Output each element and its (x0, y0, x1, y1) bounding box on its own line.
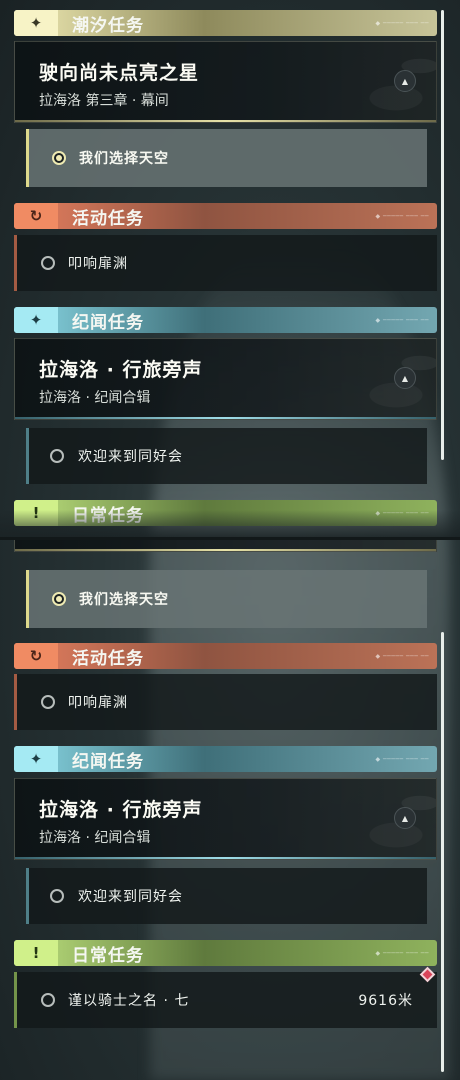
task-label: 叩响扉渊 (68, 256, 128, 272)
task-item[interactable]: 叩响扉渊 (14, 674, 437, 730)
task-label: 欢迎来到同好会 (78, 449, 183, 465)
radio-icon (41, 695, 55, 709)
header-decoration: ◆ ───── ─── ── (375, 755, 429, 763)
section-header-event[interactable]: ↻ 活动任务 ◆ ───── ─── ── (14, 643, 437, 669)
quest-card-tide[interactable]: 驶向尚未点亮之星 拉海洛 第三章 · 幕间 ▲ (14, 41, 437, 123)
task-accent-bar (26, 570, 29, 628)
quest-card-lore[interactable]: 拉海洛 · 行旅旁声 拉海洛 · 纪闻合辑 ▲ (14, 338, 437, 420)
scroll-fade (0, 510, 460, 537)
section-title: 日常任务 (72, 945, 144, 966)
quest-list-panel-top[interactable]: ✦ 潮汐任务 ◆ ───── ─── ── 驶向尚未点亮之星 拉海洛 第三章 ·… (0, 0, 460, 537)
header-decoration: ◆ ───── ─── ── (375, 949, 429, 957)
header-decoration: ◆ ───── ─── ── (375, 652, 429, 660)
sparkle-icon: ✦ (14, 10, 58, 36)
quest-chapter: 拉海洛 · 纪闻合辑 (39, 830, 151, 846)
section-title: 潮汐任务 (72, 15, 144, 36)
refresh-icon: ↻ (14, 643, 58, 669)
header-decoration: ◆ ───── ─── ── (375, 316, 429, 324)
section-header-tide[interactable]: ✦ 潮汐任务 ◆ ───── ─── ── (14, 10, 437, 36)
quest-list-panel-bottom[interactable]: 我们选择天空 ↻ 活动任务 ◆ ───── ─── ── 叩响扉渊 ✦ 纪闻任务… (0, 540, 460, 1080)
task-label: 欢迎来到同好会 (78, 889, 183, 905)
task-accent-bar (14, 674, 17, 730)
card-underline (15, 120, 436, 122)
task-item[interactable]: 叩响扉渊 (14, 235, 437, 291)
task-accent-bar (14, 972, 17, 1028)
quest-name: 拉海洛 · 行旅旁声 (39, 799, 203, 821)
section-title: 纪闻任务 (72, 751, 144, 772)
task-label: 叩响扉渊 (68, 695, 128, 711)
task-item[interactable]: 欢迎来到同好会 (26, 868, 427, 924)
card-underline (15, 417, 436, 419)
task-distance: 9616米 (358, 993, 413, 1009)
section-header-lore[interactable]: ✦ 纪闻任务 ◆ ───── ─── ── (14, 746, 437, 772)
chevron-up-icon[interactable]: ▲ (394, 807, 416, 829)
chevron-up-icon[interactable]: ▲ (394, 70, 416, 92)
section-title: 活动任务 (72, 648, 144, 669)
task-item-daily[interactable]: 谨以骑士之名 · 七 9616米 (14, 972, 437, 1028)
header-decoration: ◆ ───── ─── ── (375, 19, 429, 27)
radio-icon (52, 151, 66, 165)
scrollbar-thumb[interactable] (441, 10, 444, 460)
radio-icon (50, 449, 64, 463)
radio-icon (50, 889, 64, 903)
task-label: 我们选择天空 (79, 592, 169, 608)
scrollbar-thumb[interactable] (441, 632, 444, 1072)
radio-icon (41, 256, 55, 270)
task-item[interactable]: 欢迎来到同好会 (26, 428, 427, 484)
section-title: 纪闻任务 (72, 312, 144, 333)
section-header-event[interactable]: ↻ 活动任务 ◆ ───── ─── ── (14, 203, 437, 229)
section-header-daily[interactable]: ! 日常任务 ◆ ───── ─── ── (14, 940, 437, 966)
task-label: 谨以骑士之名 · 七 (68, 993, 190, 1009)
task-accent-bar (26, 868, 29, 924)
refresh-icon: ↻ (14, 203, 58, 229)
card-underline (15, 857, 436, 859)
quest-name: 驶向尚未点亮之星 (39, 62, 200, 84)
radio-icon (41, 993, 55, 1007)
quest-name: 拉海洛 · 行旅旁声 (39, 359, 203, 381)
header-decoration: ◆ ───── ─── ── (375, 212, 429, 220)
task-accent-bar (26, 129, 29, 187)
task-label: 我们选择天空 (79, 151, 169, 167)
card-underline (15, 549, 436, 551)
radio-icon (52, 592, 66, 606)
section-header-lore[interactable]: ✦ 纪闻任务 ◆ ───── ─── ── (14, 307, 437, 333)
sparkle-icon: ✦ (14, 307, 58, 333)
task-item-selected[interactable]: 我们选择天空 (26, 570, 427, 628)
exclamation-box-icon: ! (14, 940, 58, 966)
chevron-up-icon[interactable]: ▲ (394, 367, 416, 389)
task-accent-bar (26, 428, 29, 484)
quest-card-tide-partial[interactable] (14, 540, 437, 552)
quest-chapter: 拉海洛 · 纪闻合辑 (39, 390, 151, 406)
quest-chapter: 拉海洛 第三章 · 幕间 (39, 93, 169, 109)
task-accent-bar (14, 235, 17, 291)
sparkle-icon: ✦ (14, 746, 58, 772)
section-title: 活动任务 (72, 208, 144, 229)
quest-card-lore[interactable]: 拉海洛 · 行旅旁声 拉海洛 · 纪闻合辑 ▲ (14, 778, 437, 860)
task-item-selected[interactable]: 我们选择天空 (26, 129, 427, 187)
